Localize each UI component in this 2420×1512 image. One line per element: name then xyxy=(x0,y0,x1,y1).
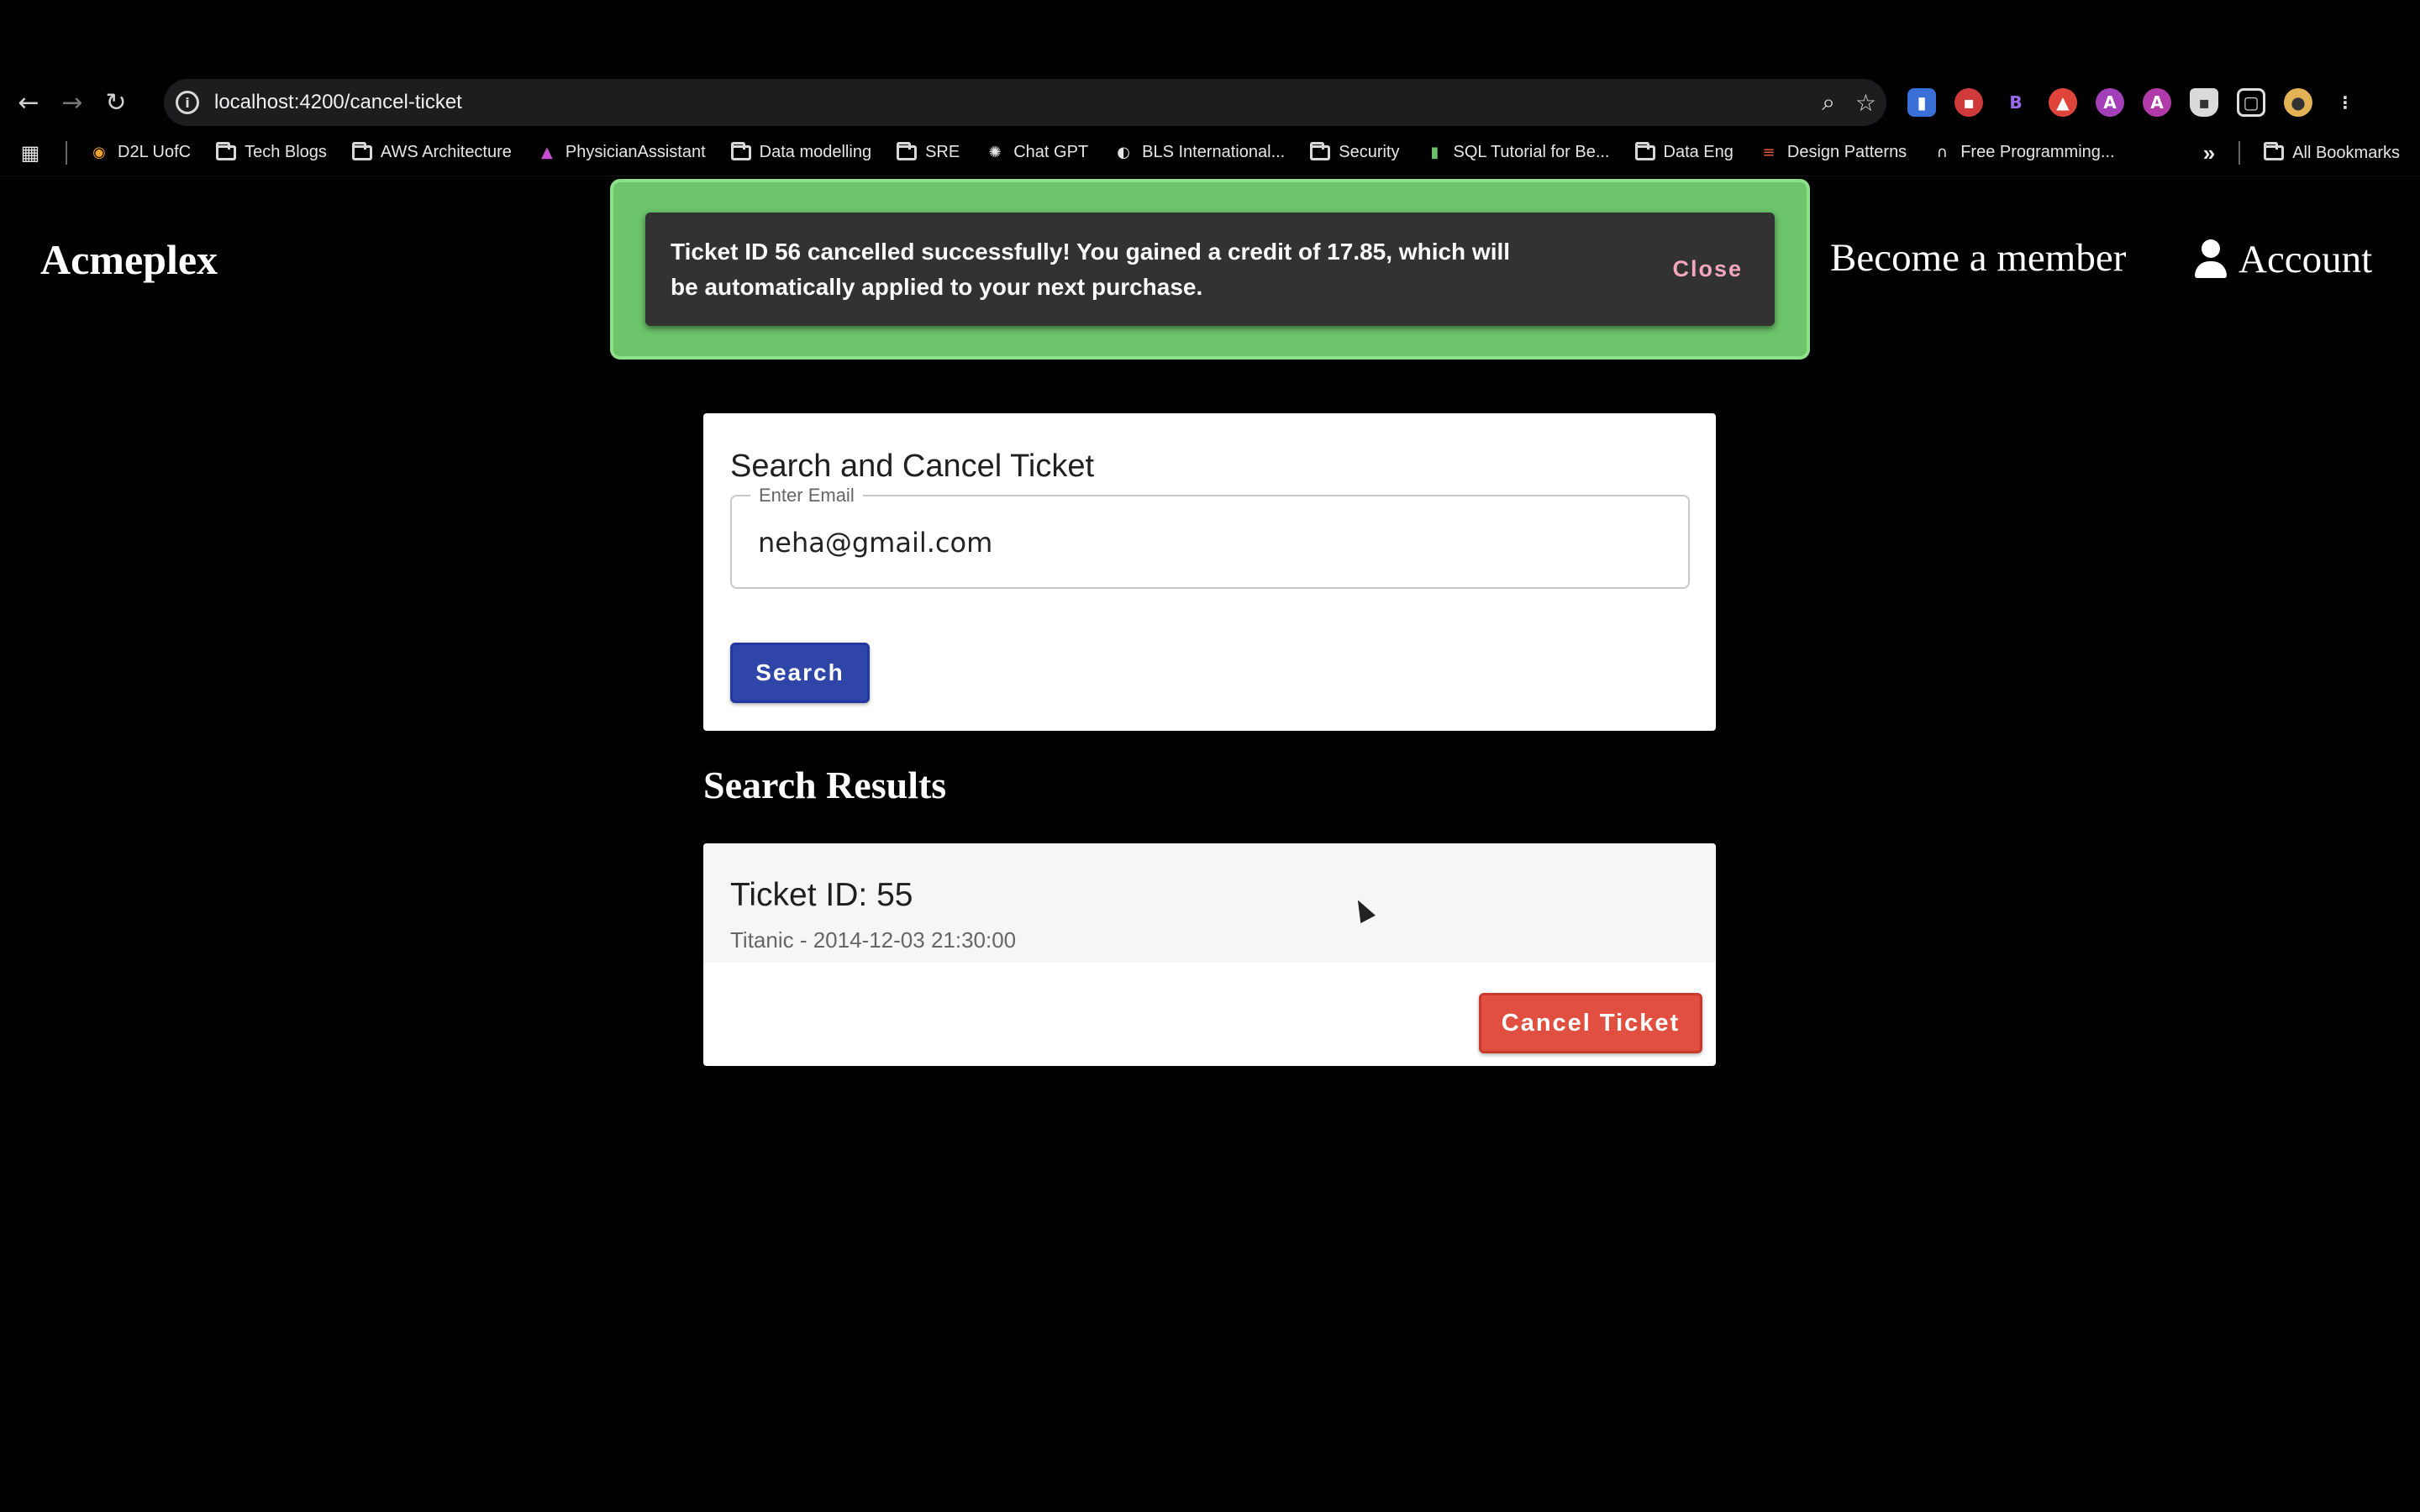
back-arrow-icon[interactable]: ← xyxy=(7,81,50,124)
site-info-icon[interactable]: i xyxy=(176,91,199,114)
bookmark-chat-gpt[interactable]: ✺ Chat GPT xyxy=(985,143,1088,162)
search-cancel-card: Search and Cancel Ticket Enter Email neh… xyxy=(703,413,1716,731)
bookmark-data-modelling[interactable]: Data modelling xyxy=(730,141,871,162)
cancel-ticket-button[interactable]: Cancel Ticket xyxy=(1479,993,1702,1053)
extension-shield-icon[interactable]: ▪ xyxy=(2190,88,2218,117)
bookmark-d2l[interactable]: ◉ D2L UofC xyxy=(89,143,191,162)
bookmark-security[interactable]: Security xyxy=(1310,141,1399,162)
menu-kebab-icon[interactable]: ⋮ xyxy=(2331,88,2360,117)
folder-icon xyxy=(730,141,751,161)
ticket-result-header: Ticket ID: 55 Titanic - 2014-12-03 21:30… xyxy=(703,843,1716,963)
ticket-id: Ticket ID: 55 xyxy=(730,877,913,913)
extensions-bar: ▮ ▪ B ▲ A A ▪ ▢ ● ⋮ xyxy=(1907,76,2360,129)
become-member-link[interactable]: Become a member xyxy=(1830,235,2126,281)
extension-b-icon[interactable]: B xyxy=(2002,88,2030,117)
person-icon xyxy=(2193,239,2228,280)
ticket-details: Titanic - 2014-12-03 21:30:00 xyxy=(730,927,1017,953)
apps-grid-icon[interactable]: ▦ xyxy=(20,141,49,165)
bookmark-physician-assistant[interactable]: ▲ PhysicianAssistant xyxy=(537,143,706,162)
extension-angular-alt-icon[interactable]: A xyxy=(2143,88,2171,117)
account-link[interactable]: Account xyxy=(2193,237,2372,282)
headphones-icon: ∩ xyxy=(1936,144,1948,161)
address-url: localhost:4200/cancel-ticket xyxy=(214,91,462,113)
bookmarks-bar: ▦ ◉ D2L UofC Tech Blogs AWS Architecture… xyxy=(0,129,2420,176)
card-title: Search and Cancel Ticket xyxy=(730,449,1095,484)
folder-icon xyxy=(351,141,372,161)
snackbar-message: Ticket ID 56 cancelled successfully! You… xyxy=(671,238,1511,300)
bookmarks-overflow-button[interactable]: » xyxy=(2203,140,2215,166)
extension-blue-icon[interactable]: ▮ xyxy=(1907,88,1936,117)
bookmark-design-patterns[interactable]: ≡ Design Patterns xyxy=(1759,143,1907,162)
forward-arrow-icon[interactable]: → xyxy=(50,81,94,124)
search-button[interactable]: Search xyxy=(730,643,870,703)
os-top-bar xyxy=(0,0,2420,76)
bookmark-aws-architecture[interactable]: AWS Architecture xyxy=(351,141,512,162)
bookmark-bls-international[interactable]: ◐ BLS International... xyxy=(1113,143,1285,162)
folder-icon xyxy=(2264,142,2285,161)
extension-angular-icon[interactable]: A xyxy=(2096,88,2124,117)
email-field[interactable]: Enter Email neha@gmail.com xyxy=(730,485,1690,589)
email-input-value[interactable]: neha@gmail.com xyxy=(758,527,992,559)
folder-icon xyxy=(897,141,918,161)
d2l-icon: ◉ xyxy=(92,144,106,161)
design-patterns-icon: ≡ xyxy=(1762,144,1776,161)
bookmark-data-eng[interactable]: Data Eng xyxy=(1634,141,1733,162)
bookmarks-separator-right xyxy=(2238,141,2241,165)
extensions-puzzle-icon[interactable]: ▢ xyxy=(2237,88,2265,117)
account-label: Account xyxy=(2238,238,2373,281)
bookmark-tech-blogs[interactable]: Tech Blogs xyxy=(216,141,327,162)
address-bar[interactable]: i localhost:4200/cancel-ticket ⌕ ☆ xyxy=(164,79,1886,126)
ticket-result-card: Ticket ID: 55 Titanic - 2014-12-03 21:30… xyxy=(703,843,1716,1066)
sql-icon: ▮ xyxy=(1430,144,1439,161)
success-notification: Ticket ID 56 cancelled successfully! You… xyxy=(610,179,1810,360)
snackbar: Ticket ID 56 cancelled successfully! You… xyxy=(645,213,1775,326)
bookmark-sre[interactable]: SRE xyxy=(897,141,960,162)
folder-icon xyxy=(1634,141,1655,161)
reload-icon[interactable]: ↻ xyxy=(94,81,138,124)
zoom-icon[interactable]: ⌕ xyxy=(1822,88,1835,117)
profile-avatar-icon[interactable]: ● xyxy=(2284,88,2312,117)
globe-icon: ◐ xyxy=(1117,144,1130,161)
bookmark-star-icon[interactable]: ☆ xyxy=(1855,89,1876,117)
brand-logo[interactable]: Acmeplex xyxy=(40,235,218,284)
bookmarks-separator xyxy=(66,140,67,165)
folder-icon xyxy=(216,141,237,161)
angular-icon: ▲ xyxy=(540,144,553,161)
email-field-label: Enter Email xyxy=(750,485,863,507)
snackbar-close-button[interactable]: Close xyxy=(1672,256,1743,282)
all-bookmarks-button[interactable]: All Bookmarks xyxy=(2264,142,2400,163)
chatgpt-icon: ✺ xyxy=(988,144,1002,161)
extension-shield-red-icon[interactable]: ▲ xyxy=(2049,88,2077,117)
extension-red-icon[interactable]: ▪ xyxy=(1954,88,1983,117)
bookmark-sql-tutorial[interactable]: ▮ SQL Tutorial for Be... xyxy=(1424,143,1610,162)
bookmark-free-programming[interactable]: ∩ Free Programming... xyxy=(1932,143,2115,162)
search-results-heading: Search Results xyxy=(703,764,947,806)
folder-icon xyxy=(1310,141,1331,161)
